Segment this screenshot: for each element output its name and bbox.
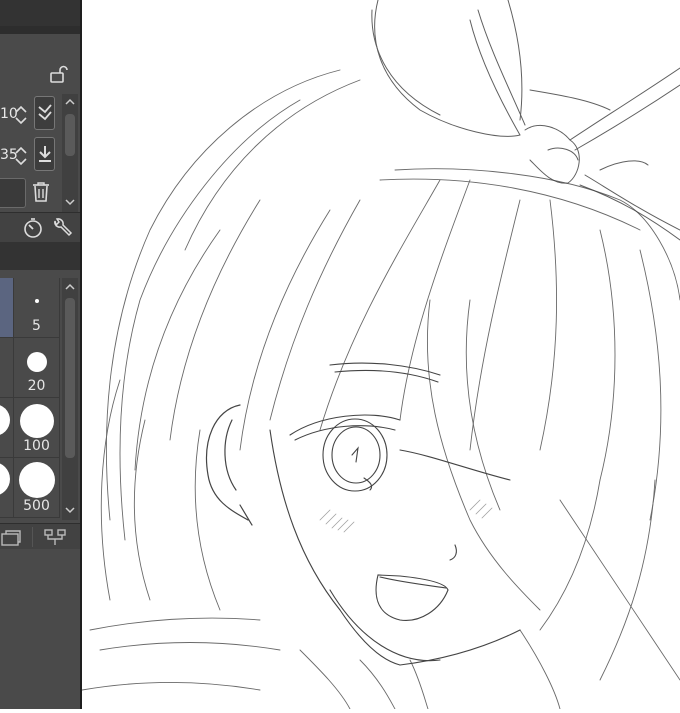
panel-divider [0,26,80,34]
brush-cell-left[interactable] [0,398,14,458]
sketch-drawing [81,0,680,710]
brush-size-100[interactable]: 100 [14,398,60,458]
tool-icons-row [0,212,80,243]
panel-header-bar [0,0,80,26]
body [81,617,561,710]
lock-open-icon[interactable] [48,64,68,84]
layer-folder-icon[interactable] [0,530,22,546]
layer-lock-row [0,34,80,90]
scroll-up-icon[interactable] [65,98,75,106]
brush-dot [0,404,10,436]
brush-cell-left[interactable] [0,338,14,398]
timer-icon[interactable] [22,217,44,239]
brush-size-label: 100 [23,438,50,454]
brush-size-500[interactable]: 500 [14,458,60,518]
brush-size-label: 500 [23,498,50,514]
brush-dot [20,404,54,438]
name-field[interactable] [0,178,26,208]
scroll-down-icon[interactable] [65,506,75,514]
panel-empty-area [0,549,80,709]
brush-cell-selected[interactable] [0,278,14,338]
brush-size-5[interactable]: 5 [14,278,60,338]
upper-scrollbar[interactable] [62,94,78,212]
brush-dot [19,462,55,498]
hair-strokes [100,69,680,681]
brush-size-label: 0 [0,498,1,514]
brush-cell-left[interactable]: 0 [0,458,14,518]
download-button[interactable] [34,137,55,171]
brush-size-header [0,242,80,270]
brush-size-label: 20 [27,378,46,394]
scroll-down-icon[interactable] [65,198,75,206]
bow-ribbon [371,0,680,241]
second-stepper[interactable] [14,144,28,166]
double-check-button[interactable] [34,96,55,130]
brush-dot [27,352,47,372]
trash-icon[interactable] [32,181,50,203]
double-check-icon [37,102,53,124]
drawing-canvas[interactable] [81,0,680,710]
blush [319,499,493,533]
brush-dot [0,462,10,496]
brush-dot [35,299,39,303]
brush-scroll-thumb[interactable] [65,298,75,458]
upper-scroll-thumb[interactable] [65,114,75,156]
tool-panel: 10 35 5 20 100 500 [0,0,80,709]
brush-bottom-row [0,523,80,550]
ear [206,404,253,526]
brush-size-20[interactable]: 20 [14,338,60,398]
scroll-up-icon[interactable] [65,283,75,291]
opacity-stepper[interactable] [14,103,28,125]
face [269,362,521,666]
wrench-icon[interactable] [51,217,73,239]
brush-scrollbar[interactable] [62,278,78,520]
brush-size-grid: 0 5 20 100 500 [0,278,60,520]
brush-size-label: 5 [32,318,41,334]
hierarchy-icon[interactable] [44,529,66,547]
download-icon [37,144,53,164]
